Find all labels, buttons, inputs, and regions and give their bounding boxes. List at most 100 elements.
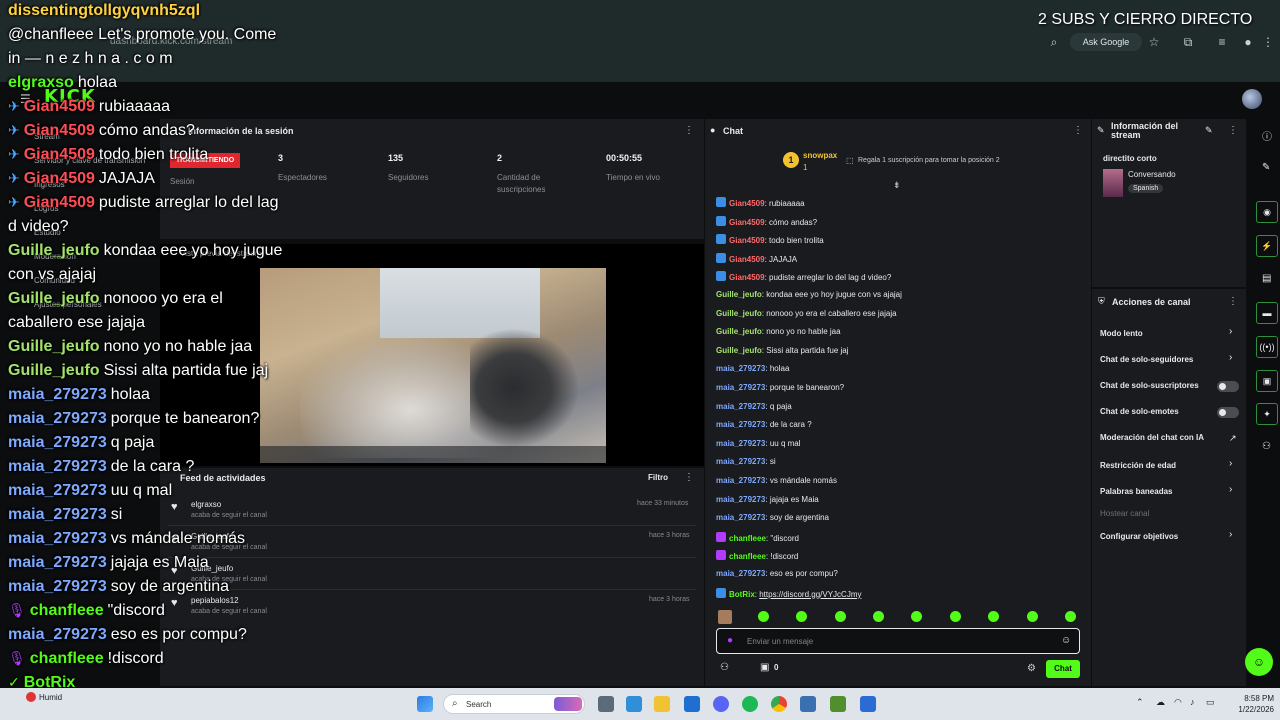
chat-username[interactable]: maia_279273 [716, 420, 765, 429]
ask-google-button[interactable]: Ask Google [1070, 33, 1142, 51]
chevron-right-icon[interactable]: › [1229, 326, 1232, 337]
category-name[interactable]: Conversando [1128, 170, 1176, 179]
chat-username[interactable]: BotRix [729, 590, 755, 599]
wifi-icon[interactable]: ◠ [1174, 697, 1182, 708]
gift-prompt[interactable]: Regala 1 suscripción para tomar la posic… [858, 157, 1000, 164]
app-icon[interactable] [800, 696, 816, 712]
chrome-icon[interactable] [771, 696, 787, 712]
chevron-right-icon[interactable]: › [1229, 458, 1232, 469]
chat-username[interactable]: maia_279273 [716, 457, 765, 466]
actions-menu-icon[interactable]: ⋮ [1228, 296, 1238, 307]
emote-icon[interactable] [1027, 611, 1038, 622]
chat-menu-icon[interactable]: ⋮ [1073, 125, 1083, 136]
emote-avatar-icon[interactable] [718, 610, 732, 624]
chat-button[interactable]: ▬ [1256, 302, 1278, 324]
chat-username[interactable]: maia_279273 [716, 476, 765, 485]
battery-icon[interactable]: ▭ [1206, 697, 1215, 708]
minecraft-icon[interactable] [830, 696, 846, 712]
chat-send-button[interactable]: Chat [1046, 660, 1080, 678]
wrench-button[interactable]: ✦ [1256, 403, 1278, 425]
loyalty-icon[interactable]: ⚇ [720, 662, 729, 673]
action-slow-mode[interactable]: Modo lento [1100, 329, 1143, 338]
zoom-icon[interactable]: ⌕ [1046, 34, 1062, 50]
chat-username[interactable]: maia_279273 [716, 495, 765, 504]
reading-list-icon[interactable]: ≡ [1214, 34, 1230, 50]
feed-filter-button[interactable]: Filtro [648, 473, 668, 482]
chevron-right-icon[interactable]: › [1229, 529, 1232, 540]
session-menu-icon[interactable]: ⋮ [684, 125, 694, 136]
chat-username[interactable]: maia_279273 [716, 569, 765, 578]
chat-username[interactable]: Guille_jeufo [716, 290, 762, 299]
windows-start-icon[interactable] [417, 696, 433, 712]
emotes-only-toggle[interactable] [1217, 407, 1239, 418]
spotify-icon[interactable] [742, 696, 758, 712]
emote-icon[interactable] [758, 611, 769, 622]
action-banned-words[interactable]: Palabras baneadas [1100, 487, 1172, 496]
pencil-icon[interactable]: ✎ [1262, 162, 1270, 173]
cloud-icon[interactable]: ☁ [1156, 697, 1165, 708]
chat-input[interactable]: ● Enviar un mensaje ☺ [716, 628, 1080, 654]
notes-icon[interactable]: ▤ [1262, 273, 1271, 284]
emote-icon[interactable] [911, 611, 922, 622]
emote-icon[interactable] [835, 611, 846, 622]
taskbar-clock[interactable]: 8:58 PM 1/22/2026 [1222, 693, 1274, 715]
feed-user[interactable]: pepiabalos12 [191, 596, 239, 605]
emote-icon[interactable] [988, 611, 999, 622]
extensions-icon[interactable]: ⧉ [1180, 34, 1196, 50]
user-avatar[interactable] [1242, 89, 1262, 109]
chat-username[interactable]: Gian4509 [729, 199, 765, 208]
chat-username[interactable]: maia_279273 [716, 439, 765, 448]
emote-icon[interactable] [873, 611, 884, 622]
chevron-up-icon[interactable]: ⌃ [1136, 697, 1144, 708]
chat-username[interactable]: maia_279273 [716, 402, 765, 411]
menu-icon[interactable]: ⋮ [1260, 34, 1276, 50]
taskbar-search[interactable]: ⌕ Search [443, 694, 585, 714]
camera-button[interactable]: ◉ [1256, 201, 1278, 223]
discord-icon[interactable] [713, 696, 729, 712]
info-icon[interactable]: ⓘ [1262, 128, 1272, 143]
flash-button[interactable]: ⚡ [1256, 235, 1278, 257]
edit-icon[interactable]: ✎ [1205, 125, 1213, 136]
subs-only-toggle[interactable] [1217, 381, 1239, 392]
chat-username[interactable]: Guille_jeufo [716, 327, 762, 336]
emoji-icon[interactable]: ☺ [1061, 635, 1071, 646]
chat-text[interactable]: https://discord.gg/VYJcCJmy [759, 590, 861, 599]
community-icon[interactable]: ⚇ [1262, 441, 1271, 452]
chat-username[interactable]: Gian4509 [729, 236, 765, 245]
action-age-restriction[interactable]: Restricción de edad [1100, 461, 1176, 470]
feed-menu-icon[interactable]: ⋮ [684, 472, 694, 483]
stream-info-menu-icon[interactable]: ⋮ [1228, 125, 1238, 136]
chat-username[interactable]: Gian4509 [729, 255, 765, 264]
chevron-right-icon[interactable]: › [1229, 484, 1232, 495]
chevron-right-icon[interactable]: › [1229, 352, 1232, 363]
chat-username[interactable]: chanfleee [729, 534, 766, 543]
action-set-goals[interactable]: Configurar objetivos [1100, 532, 1178, 541]
game-launcher-icon[interactable] [860, 696, 876, 712]
chat-username[interactable]: Guille_jeufo [716, 309, 762, 318]
emote-icon[interactable] [796, 611, 807, 622]
weather-label[interactable]: Humid [39, 693, 62, 702]
speaker-icon[interactable]: ♪ [1190, 697, 1195, 707]
file-explorer-icon[interactable] [654, 696, 670, 712]
external-link-icon[interactable]: ↗ [1229, 433, 1237, 444]
chat-username[interactable]: Guille_jeufo [716, 346, 762, 355]
support-button[interactable]: ☺ [1245, 648, 1273, 676]
top-gifter-name[interactable]: snowpax [803, 151, 837, 160]
chat-username[interactable]: maia_279273 [716, 513, 765, 522]
chat-username[interactable]: chanfleee [729, 552, 766, 561]
settings-app-icon[interactable] [684, 696, 700, 712]
chat-username[interactable]: maia_279273 [716, 364, 765, 373]
chat-username[interactable]: maia_279273 [716, 383, 765, 392]
emote-icon[interactable] [1065, 611, 1076, 622]
task-view-icon[interactable] [598, 696, 614, 712]
scroll-down-icon[interactable]: ⇟ [893, 180, 901, 191]
broadcast-button[interactable]: ((•)) [1256, 336, 1278, 358]
profile-icon[interactable]: ● [1240, 34, 1256, 50]
feed-user[interactable]: elgraxso [191, 500, 221, 509]
action-followers-only[interactable]: Chat de solo-seguidores [1100, 355, 1193, 364]
chat-username[interactable]: Gian4509 [729, 218, 765, 227]
store-button[interactable]: ▣ [1256, 370, 1278, 392]
snipping-tool-icon[interactable] [626, 696, 642, 712]
action-ai-moderation[interactable]: Moderación del chat con IA [1100, 433, 1204, 442]
chat-username[interactable]: Gian4509 [729, 273, 765, 282]
